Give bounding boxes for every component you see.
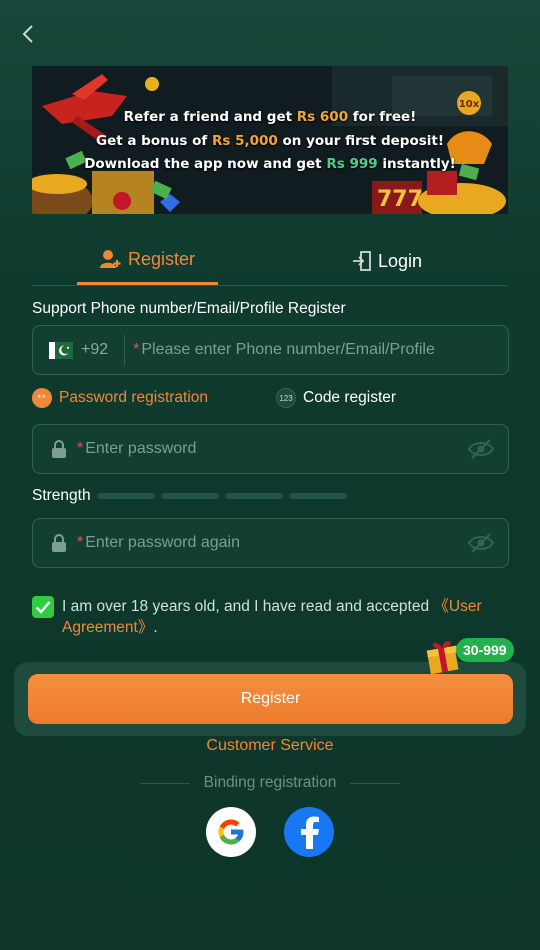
strength-label: Strength [32, 487, 91, 504]
user-plus-icon [99, 250, 121, 268]
registration-modes: ** Password registration 123 Code regist… [32, 388, 509, 410]
password-mode-label: Password registration [59, 389, 209, 406]
divider-right [350, 782, 401, 784]
facebook-login-button[interactable] [284, 807, 334, 857]
confirm-password-input[interactable]: Enter password again [85, 534, 240, 552]
banner-line-3-end: instantly! [377, 156, 456, 172]
banner-amount-3: Rs 999 [326, 156, 378, 172]
tab-register-label: Register [127, 248, 196, 269]
strength-bar-3 [224, 493, 283, 499]
confirm-password-field[interactable]: * Enter password again [32, 518, 509, 568]
login-door-icon [352, 251, 371, 271]
register-button[interactable]: Register [28, 674, 513, 724]
country-code[interactable]: +92 [81, 341, 108, 359]
check-icon [35, 601, 51, 614]
divider-left [140, 782, 190, 784]
auth-tabs: Register Login [32, 236, 508, 286]
divider [124, 335, 126, 365]
banner-line-2: Get a bonus of Rs 5,000 on your first de… [32, 130, 508, 154]
agreement-statement: I am over 18 years old, and I have read … [62, 598, 434, 615]
banner-text: Refer a friend and get Rs 600 for free! … [32, 106, 508, 177]
agreement-row: I am over 18 years old, and I have read … [32, 596, 502, 638]
strength-bar-2 [160, 493, 219, 499]
strength-bar-1 [96, 493, 155, 499]
eye-off-icon[interactable] [467, 532, 495, 559]
password-mode-icon: ** [32, 388, 52, 408]
back-button[interactable] [14, 20, 42, 48]
password-strength: Strength [32, 486, 509, 506]
password-input[interactable]: Enter password [85, 440, 196, 458]
lock-icon [51, 533, 67, 553]
promo-banner[interactable]: 10x 777 Refer a friend and get Rs 600 fo… [32, 66, 508, 214]
password-registration-option[interactable]: ** Password registration [32, 388, 208, 408]
google-icon [218, 819, 244, 845]
banner-line-3-text: Download the app now and get [84, 156, 327, 172]
code-mode-icon: 123 [276, 388, 296, 408]
svg-text:777: 777 [377, 187, 423, 212]
required-mark: * [77, 534, 84, 551]
required-mark: * [133, 341, 140, 358]
required-mark: * [77, 440, 84, 457]
agreement-text: I am over 18 years old, and I have read … [62, 596, 502, 638]
tab-login-label: Login [377, 250, 423, 271]
facebook-icon [301, 816, 319, 849]
banner-amount-1: Rs 600 [296, 109, 349, 125]
google-login-button[interactable] [206, 807, 256, 857]
banner-amount-2: Rs 5,000 [211, 132, 278, 149]
eye-off-icon[interactable] [467, 438, 495, 465]
code-mode-label: Code register [303, 389, 397, 406]
binding-label: Binding registration [203, 774, 337, 791]
banner-line-2-text: Get a bonus of [95, 132, 212, 149]
tab-login[interactable]: Login [302, 236, 472, 286]
lock-icon [51, 439, 67, 459]
support-label: Support Phone number/Email/Profile Regis… [32, 300, 346, 317]
tab-register[interactable]: Register [77, 236, 218, 285]
agreement-checkbox[interactable] [32, 596, 54, 618]
banner-line-2-end: on your first deposit! [277, 132, 444, 149]
strength-bar-4 [288, 493, 347, 499]
agreement-end: . [153, 619, 158, 636]
phone-field[interactable]: +92 * Please enter Phone number/Email/Pr… [32, 325, 509, 375]
chevron-left-icon [22, 25, 33, 43]
bonus-badge: 30-999 [456, 638, 514, 662]
phone-input[interactable]: Please enter Phone number/Email/Profile [141, 341, 435, 359]
code-register-option[interactable]: 123 Code register [276, 388, 396, 408]
password-field[interactable]: * Enter password [32, 424, 509, 474]
binding-registration: Binding registration [140, 774, 401, 792]
pakistan-flag-icon[interactable] [49, 341, 73, 359]
banner-line-1: Refer a friend and get Rs 600 for free! [32, 106, 508, 130]
banner-line-3: Download the app now and get Rs 999 inst… [32, 153, 508, 177]
banner-line-1-text: Refer a friend and get [123, 109, 297, 125]
banner-line-1-end: for free! [348, 109, 417, 125]
customer-service-link[interactable]: Customer Service [0, 737, 540, 755]
